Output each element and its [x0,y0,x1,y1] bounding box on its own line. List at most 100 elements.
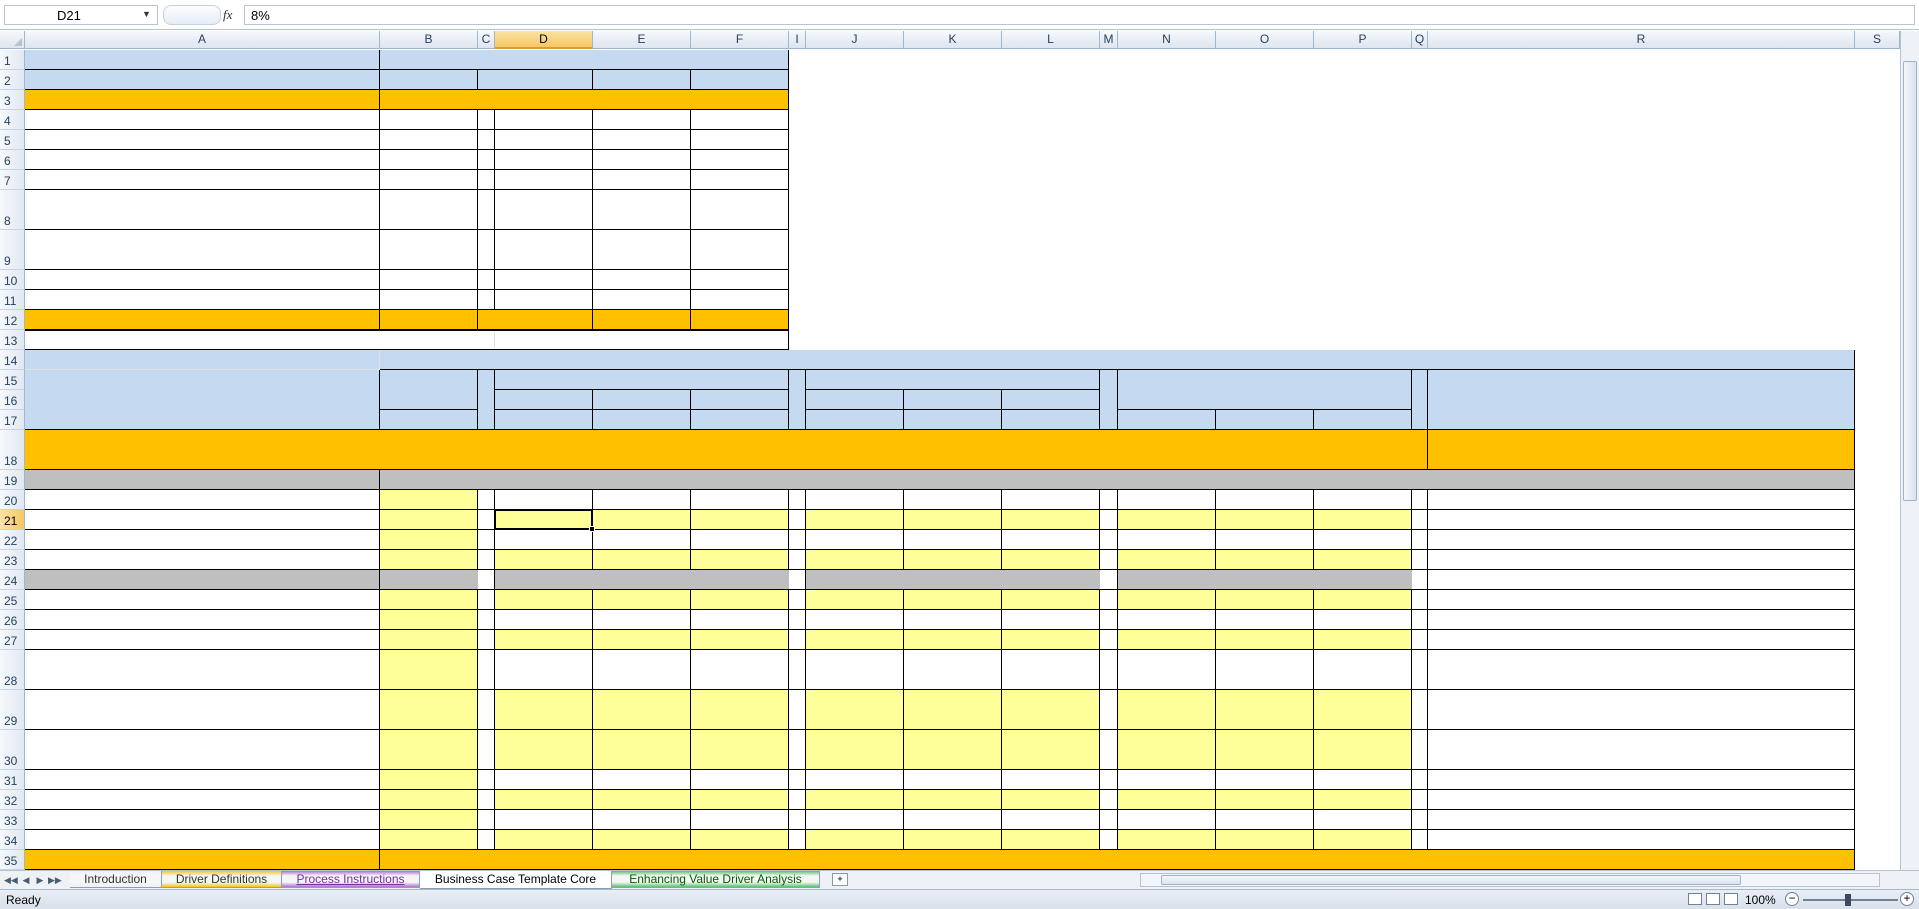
cell-k28[interactable] [904,650,1002,690]
first-sheet-icon[interactable]: ◀◀ [4,874,18,886]
row-header-3[interactable]: 3 [0,90,25,110]
cell-f22[interactable] [691,530,789,550]
cell-a23[interactable] [25,550,380,570]
cell-a2[interactable] [25,70,380,90]
cell-l20[interactable] [1002,490,1100,510]
cell-d25[interactable] [495,590,593,610]
cell-d27[interactable] [495,630,593,650]
cell-k34[interactable] [904,830,1002,850]
fx-icon[interactable]: fx [223,7,232,23]
row-header-16[interactable]: 16 [0,390,25,410]
cell-j21[interactable] [806,510,904,530]
cell-f11[interactable] [691,290,789,310]
row-header-17[interactable]: 17 [0,410,25,430]
cell-f10[interactable] [691,270,789,290]
cell-a32[interactable] [25,790,380,810]
row-header-27[interactable]: 27 [0,630,25,650]
source-cell-r24[interactable] [1428,570,1855,590]
cell-e26[interactable] [593,610,691,630]
cell-j30[interactable] [806,730,904,770]
cell-b4[interactable] [380,110,478,130]
cell-n28[interactable] [1118,650,1216,690]
cell-p23[interactable] [1314,550,1412,570]
cell-l34[interactable] [1002,830,1100,850]
cell-p26[interactable] [1314,610,1412,630]
source-cell-r20[interactable] [1428,490,1855,510]
horizontal-scrollbar[interactable] [1140,873,1880,887]
cell-e20[interactable] [593,490,691,510]
cell-e32[interactable] [593,790,691,810]
sheet-tab-4[interactable]: Business Case Template Core [420,871,612,889]
cell-p27[interactable] [1314,630,1412,650]
cell-d4[interactable] [495,110,593,130]
cell-d9[interactable] [495,230,593,270]
cell-l31[interactable] [1002,770,1100,790]
cell-f9[interactable] [691,230,789,270]
cell-o28[interactable] [1216,650,1314,690]
cell-o25[interactable] [1216,590,1314,610]
cell-p22[interactable] [1314,530,1412,550]
cell-k26[interactable] [904,610,1002,630]
cell-a1[interactable] [25,50,380,70]
row-header-11[interactable]: 11 [0,290,25,310]
cell-l26[interactable] [1002,610,1100,630]
name-box[interactable]: D21 [4,5,158,25]
cell-b10[interactable] [380,270,478,290]
cell-b2[interactable] [380,70,478,90]
cell-k30[interactable] [904,730,1002,770]
row-header-24[interactable]: 24 [0,570,25,590]
active-cell-selection[interactable] [494,509,593,530]
source-cell-r25[interactable] [1428,590,1855,610]
cell-n27[interactable] [1118,630,1216,650]
cell-p34[interactable] [1314,830,1412,850]
row-header-10[interactable]: 10 [0,270,25,290]
cell-n21[interactable] [1118,510,1216,530]
cell-f12[interactable] [691,310,789,330]
cell-a12[interactable] [25,310,380,330]
cell-d28[interactable] [495,650,593,690]
cell-a4[interactable] [25,110,380,130]
cell-b30[interactable] [380,730,478,770]
row-header-21[interactable]: 21 [0,510,25,530]
formula-input[interactable]: 8% [244,5,1915,25]
cell-j25[interactable] [806,590,904,610]
cell-p21[interactable] [1314,510,1412,530]
cell-a20[interactable] [25,490,380,510]
cell-f27[interactable] [691,630,789,650]
cell-l32[interactable] [1002,790,1100,810]
cell-l21[interactable] [1002,510,1100,530]
cell-j26[interactable] [806,610,904,630]
cell-k33[interactable] [904,810,1002,830]
cell-n34[interactable] [1118,830,1216,850]
cell-j20[interactable] [806,490,904,510]
cell-o32[interactable] [1216,790,1314,810]
cell-o20[interactable] [1216,490,1314,510]
cell-j27[interactable] [806,630,904,650]
cell-l28[interactable] [1002,650,1100,690]
cell-f21[interactable] [691,510,789,530]
cell-b23[interactable] [380,550,478,570]
cell-p32[interactable] [1314,790,1412,810]
cell-e6[interactable] [593,150,691,170]
cell-d31[interactable] [495,770,593,790]
row-header-33[interactable]: 33 [0,810,25,830]
cell-o33[interactable] [1216,810,1314,830]
cell-e8[interactable] [593,190,691,230]
cell-n31[interactable] [1118,770,1216,790]
source-cell-r29[interactable] [1428,690,1855,730]
zoom-out-icon[interactable]: − [1785,892,1799,906]
cell-f6[interactable] [691,150,789,170]
source-cell-r30[interactable] [1428,730,1855,770]
cell-d10[interactable] [495,270,593,290]
cell-j33[interactable] [806,810,904,830]
cell-b32[interactable] [380,790,478,810]
column-header-l[interactable]: L [1002,31,1100,49]
column-header-o[interactable]: O [1216,31,1314,49]
row-header-9[interactable]: 9 [0,230,25,270]
cell-e2[interactable] [593,70,691,90]
row-header-22[interactable]: 22 [0,530,25,550]
horizontal-scroll-thumb[interactable] [1161,875,1741,885]
cell-b22[interactable] [380,530,478,550]
cell-a34[interactable] [25,830,380,850]
column-header-s[interactable]: S [1855,31,1900,49]
